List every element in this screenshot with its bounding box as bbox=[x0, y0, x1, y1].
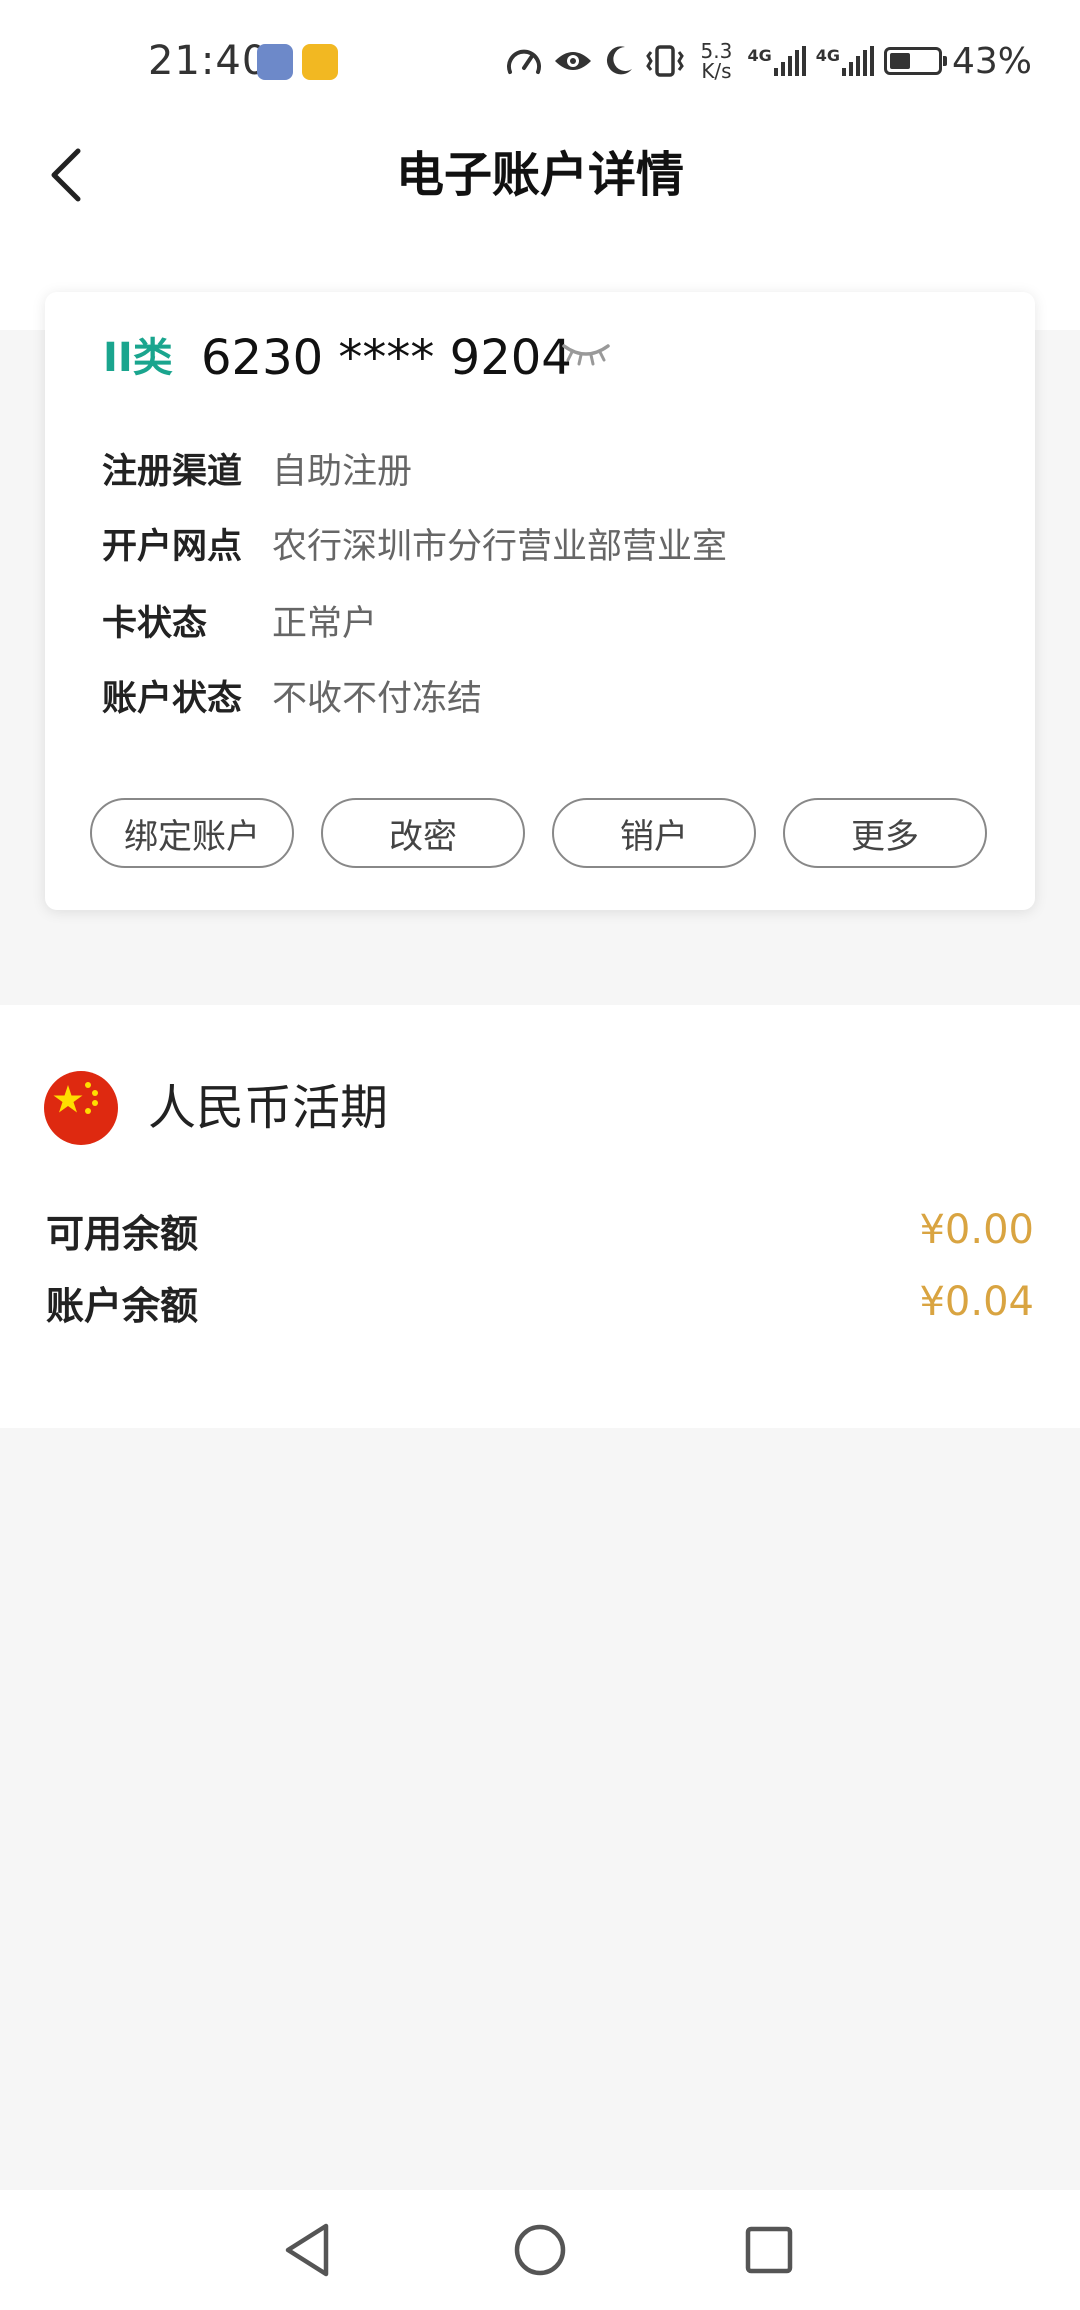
info-label: 账户状态 bbox=[102, 678, 243, 719]
info-label: 开户网点 bbox=[102, 526, 243, 567]
signal-strength-2: 4G bbox=[816, 46, 874, 76]
eye-closed-icon bbox=[562, 344, 610, 366]
more-button[interactable]: 更多 bbox=[783, 798, 987, 868]
info-row-card-status: 卡状态 正常户 bbox=[102, 590, 377, 650]
signal-bars-icon bbox=[773, 46, 806, 76]
info-label: 注册渠道 bbox=[102, 451, 243, 492]
change-password-button[interactable]: 改密 bbox=[321, 798, 525, 868]
info-row-opening-branch: 开户网点 农行深圳市分行营业部营业室 bbox=[102, 513, 727, 573]
account-balance-row: 账户余额 ¥0.04 bbox=[46, 1272, 1034, 1332]
nav-home-button[interactable] bbox=[502, 2212, 578, 2288]
battery-percentage: 43% bbox=[951, 40, 1032, 82]
mail-notification-icon bbox=[302, 44, 338, 80]
circle-home-icon bbox=[514, 2224, 566, 2276]
balance-value: ¥0.00 bbox=[919, 1207, 1034, 1253]
triangle-back-icon bbox=[285, 2223, 329, 2277]
moon-icon bbox=[607, 46, 633, 75]
info-row-registration-channel: 注册渠道 自助注册 bbox=[102, 438, 412, 498]
available-balance-row: 可用余额 ¥0.00 bbox=[46, 1200, 1034, 1260]
info-value: 正常户 bbox=[272, 603, 378, 644]
status-bar: 21:40 5.3 K/s 4G 4G 43% bbox=[0, 0, 1080, 125]
system-nav-bar bbox=[0, 2190, 1080, 2310]
card-number: 6230 **** 9204 bbox=[201, 330, 572, 386]
network-speed: 5.3 K/s bbox=[695, 41, 737, 81]
currency-title: 人民币活期 bbox=[148, 1080, 389, 1136]
info-value: 不收不付冻结 bbox=[272, 678, 483, 719]
eye-protection-icon bbox=[555, 52, 592, 70]
china-flag-icon bbox=[44, 1071, 118, 1145]
balance-label: 账户余额 bbox=[46, 1283, 199, 1328]
battery-fill bbox=[889, 53, 910, 69]
signal-type-label: 4G bbox=[815, 46, 840, 65]
show-number-toggle[interactable] bbox=[560, 338, 612, 372]
signal-type-label: 4G bbox=[747, 46, 772, 65]
info-row-account-status: 账户状态 不收不付冻结 bbox=[102, 665, 482, 725]
info-value: 农行深圳市分行营业部营业室 bbox=[272, 526, 728, 567]
nav-back-button[interactable] bbox=[270, 2212, 346, 2288]
network-speed-value: 5.3 bbox=[700, 39, 733, 63]
signal-strength-1: 4G bbox=[747, 46, 806, 76]
vibrate-icon bbox=[646, 45, 685, 77]
info-value: 自助注册 bbox=[272, 451, 413, 492]
status-time: 21:40 bbox=[148, 38, 269, 84]
status-icons: 5.3 K/s 4G 4G 43% bbox=[505, 36, 1032, 86]
bind-account-button[interactable]: 绑定账户 bbox=[90, 798, 294, 868]
k-app-notification-icon bbox=[257, 44, 293, 80]
nav-recents-button[interactable] bbox=[731, 2212, 807, 2288]
close-account-button[interactable]: 销户 bbox=[552, 798, 756, 868]
square-recents-icon bbox=[745, 2226, 793, 2274]
network-speed-unit: K/s bbox=[701, 59, 732, 83]
speedometer-icon bbox=[507, 49, 542, 74]
battery-icon bbox=[883, 47, 947, 75]
balance-label: 可用余额 bbox=[46, 1211, 199, 1256]
signal-bars-icon bbox=[841, 46, 874, 76]
page-title: 电子账户详情 bbox=[395, 147, 684, 203]
account-type-badge: II类 bbox=[103, 335, 173, 381]
info-label: 卡状态 bbox=[102, 603, 208, 644]
account-card: II类 6230 **** 9204 注册渠道 自助注册 开户网点 农行深圳市分… bbox=[45, 292, 1035, 910]
balance-value: ¥0.04 bbox=[919, 1279, 1034, 1325]
balance-section: 人民币活期 可用余额 ¥0.00 账户余额 ¥0.04 bbox=[0, 1005, 1080, 1428]
